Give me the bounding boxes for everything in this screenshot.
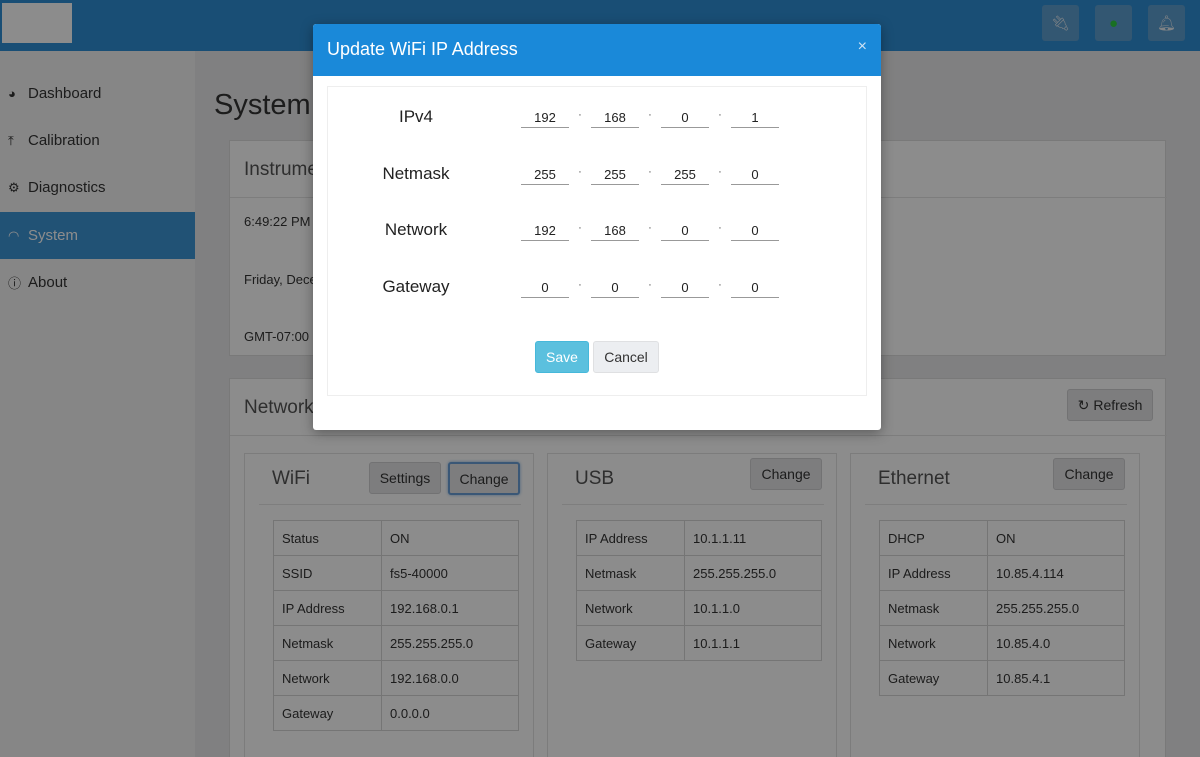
gateway-octet-3[interactable]: [661, 278, 709, 298]
octet-separator: ·: [648, 109, 652, 121]
close-icon[interactable]: ×: [858, 38, 867, 56]
netmask-label: Netmask: [382, 164, 450, 183]
ipv4-label: IPv4: [398, 107, 434, 126]
octet-separator: ·: [718, 279, 722, 291]
network-octet-4[interactable]: [731, 221, 779, 241]
octet-separator: ·: [578, 166, 582, 178]
modal-title: Update WiFi IP Address: [327, 39, 518, 59]
ipv4-octet-2[interactable]: [591, 108, 639, 128]
cancel-button[interactable]: Cancel: [593, 341, 659, 373]
octet-separator: ·: [648, 166, 652, 178]
gateway-label: Gateway: [382, 277, 450, 296]
network-label: Network: [384, 220, 448, 239]
network-octet-1[interactable]: [521, 221, 569, 241]
modal-body: IPv4 · · · Netmask · · · Network · · · G…: [327, 86, 867, 396]
modal-header: Update WiFi IP Address ×: [313, 24, 881, 76]
netmask-octet-3[interactable]: [661, 165, 709, 185]
network-octet-3[interactable]: [661, 221, 709, 241]
netmask-octet-1[interactable]: [521, 165, 569, 185]
ipv4-octet-1[interactable]: [521, 108, 569, 128]
gateway-octet-2[interactable]: [591, 278, 639, 298]
octet-separator: ·: [578, 279, 582, 291]
octet-separator: ·: [718, 109, 722, 121]
octet-separator: ·: [718, 222, 722, 234]
save-button[interactable]: Save: [535, 341, 589, 373]
ipv4-octet-3[interactable]: [661, 108, 709, 128]
octet-separator: ·: [648, 279, 652, 291]
octet-separator: ·: [718, 166, 722, 178]
network-octet-2[interactable]: [591, 221, 639, 241]
update-wifi-modal: Update WiFi IP Address × IPv4 · · · Netm…: [313, 24, 881, 430]
octet-separator: ·: [578, 109, 582, 121]
ipv4-octet-4[interactable]: [731, 108, 779, 128]
octet-separator: ·: [578, 222, 582, 234]
gateway-octet-4[interactable]: [731, 278, 779, 298]
gateway-octet-1[interactable]: [521, 278, 569, 298]
netmask-octet-2[interactable]: [591, 165, 639, 185]
netmask-octet-4[interactable]: [731, 165, 779, 185]
octet-separator: ·: [648, 222, 652, 234]
